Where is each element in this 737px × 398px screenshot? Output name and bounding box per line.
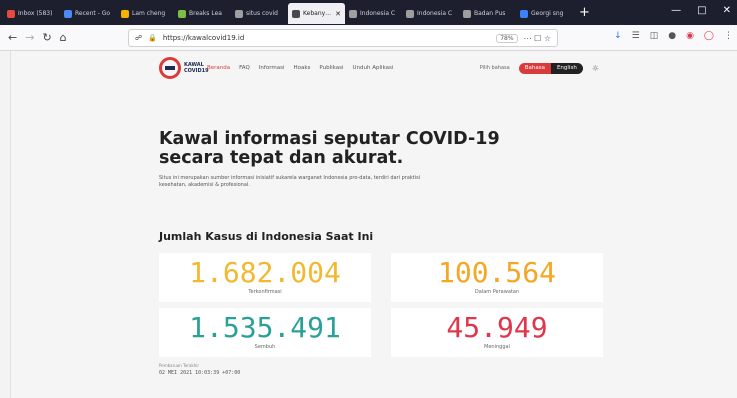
close-icon[interactable]: ✕ (723, 5, 731, 16)
browser-tab[interactable]: Lam cheng (117, 3, 174, 24)
active-value: 100.564 (437, 256, 556, 289)
browser-tab[interactable]: Georgi sng (516, 3, 573, 24)
language-switch[interactable]: Bahasa English (518, 62, 583, 74)
page-actions-icon[interactable]: ⋯ ☐ ☆ (524, 34, 551, 43)
tab-bar: Inbox (583) Recent - Go Lam cheng Breaks Le… (0, 0, 737, 25)
tab-favicon-icon (520, 9, 528, 18)
hero-title: Kawal informasi seputar COVID-19 secara … (159, 129, 500, 168)
library-icon[interactable]: ☰ (632, 31, 640, 41)
tab-title: Recent - Go (75, 10, 111, 17)
logo-text[interactable]: KAWAL COVID19 (184, 62, 209, 74)
last-updated-date: 02 MEI 2021 10:03:39 +07:00 (159, 370, 241, 376)
nav-beranda[interactable]: Beranda (207, 65, 230, 71)
browser-tab[interactable]: Badan Pus (459, 3, 516, 24)
url-text[interactable]: https://kawalcovid19.id (163, 34, 244, 42)
language-english-button[interactable]: English (550, 62, 583, 74)
active-card: 100.564 Dalam Perawatan (391, 253, 603, 302)
tab-favicon-icon (7, 9, 15, 18)
deaths-card: 45.949 Meninggal (391, 308, 603, 357)
tab-favicon-icon (64, 9, 72, 18)
nav-hoaks[interactable]: Hoaks (294, 65, 311, 71)
toolbar-icons: ↓ ☰ ◫ ● ◉ ◯ ⋮ (614, 31, 733, 41)
confirmed-label: Terkonfirmasi (248, 289, 282, 295)
tab-favicon-icon (178, 9, 186, 18)
tab-favicon-icon (292, 9, 300, 18)
tab-favicon-icon (406, 9, 414, 18)
tab-title: Lam cheng (132, 10, 166, 17)
zoom-level[interactable]: 78% (496, 33, 518, 43)
recovered-card: 1.535.491 Sembuh (159, 308, 371, 357)
browser-tab[interactable]: Indonesia C (345, 3, 402, 24)
sidebar-icon[interactable]: ◫ (650, 31, 659, 41)
last-updated-label: Pembaruan Terakhir (159, 363, 199, 368)
confirmed-value: 1.682.004 (189, 256, 341, 289)
tab-title: Inbox (583) (18, 10, 53, 17)
tab-title: Indonesia C (417, 10, 453, 17)
hero-subtitle: Situs ini merupakan sumber informasi ini… (159, 175, 421, 188)
last-updated: Pembaruan Terakhir 02 MEI 2021 10:03:39 … (159, 363, 240, 376)
home-icon[interactable]: ⌂ (60, 31, 67, 44)
browser-tab[interactable]: situs covid (231, 3, 288, 24)
navigation-bar: ← → ↻ ⌂ ☍ 🔒 https://kawalcovid19.id 78% … (0, 25, 737, 51)
tab-favicon-icon (235, 9, 243, 18)
nav-publikasi[interactable]: Publikasi (319, 65, 343, 71)
address-bar[interactable]: ☍ 🔒 https://kawalcovid19.id 78% ⋯ ☐ ☆ (128, 29, 558, 47)
tab-title: Badan Pus (474, 10, 506, 17)
language-bahasa-button[interactable]: Bahasa (518, 62, 551, 74)
tab-favicon-icon (121, 9, 129, 18)
forward-icon[interactable]: → (25, 31, 34, 44)
tab-favicon-icon (349, 9, 357, 18)
lock-icon[interactable]: 🔒 (148, 34, 157, 42)
browser-tab[interactable]: Indonesia C (402, 3, 459, 24)
tab-title: situs covid (246, 10, 278, 17)
tab-title: Georgi sng (531, 10, 564, 17)
recovered-value: 1.535.491 (189, 311, 341, 344)
browser-window: Inbox (583) Recent - Go Lam cheng Breaks Le… (0, 0, 737, 398)
web-page: KAWAL COVID19 Beranda FAQ Informasi Hoak… (10, 51, 737, 398)
tab-title: Kebanyak (303, 10, 333, 17)
theme-toggle-icon[interactable]: ☼ (592, 64, 599, 73)
confirmed-card: 1.682.004 Terkonfirmasi (159, 253, 371, 302)
active-label: Dalam Perawatan (474, 289, 520, 295)
nav-unduh-aplikasi[interactable]: Unduh Aplikasi (353, 65, 394, 71)
language-label: Pilih bahasa (479, 65, 510, 71)
opera-icon[interactable]: ◯ (704, 31, 714, 41)
reload-icon[interactable]: ↻ (42, 31, 51, 44)
new-tab-button[interactable]: + (579, 5, 590, 20)
tab-close-icon[interactable]: ✕ (335, 10, 341, 18)
tab-title: Indonesia C (360, 10, 396, 17)
site-header: KAWAL COVID19 Beranda FAQ Informasi Hoak… (159, 56, 599, 80)
nav-informasi[interactable]: Informasi (259, 65, 285, 71)
menu-icon[interactable]: ⋮ (724, 31, 733, 41)
recovered-label: Sembuh (254, 344, 276, 350)
browser-tab[interactable]: Breaks Lea (174, 3, 231, 24)
browser-tab[interactable]: Kebanyak ✕ (288, 3, 345, 24)
tab-favicon-icon (463, 9, 471, 18)
tab-title: Breaks Lea (189, 10, 222, 17)
window-controls: — □ ✕ (671, 5, 731, 16)
tab-list: Inbox (583) Recent - Go Lam cheng Breaks Le… (3, 1, 573, 24)
deaths-value: 45.949 (446, 311, 548, 344)
back-icon[interactable]: ← (8, 31, 17, 44)
deaths-label: Meninggal (484, 344, 510, 350)
nav-faq[interactable]: FAQ (239, 65, 250, 71)
adblock-icon[interactable]: ◉ (686, 31, 694, 41)
minimize-icon[interactable]: — (671, 5, 681, 16)
maximize-icon[interactable]: □ (697, 5, 706, 16)
browser-tab[interactable]: Inbox (583) (3, 3, 60, 24)
browser-tab[interactable]: Recent - Go (60, 3, 117, 24)
site-logo[interactable] (159, 57, 181, 79)
stats-title: Jumlah Kasus di Indonesia Saat Ini (159, 230, 374, 243)
shield-icon[interactable]: ☍ (135, 34, 142, 42)
extension-icon[interactable]: ● (668, 31, 676, 41)
download-icon[interactable]: ↓ (614, 31, 622, 41)
